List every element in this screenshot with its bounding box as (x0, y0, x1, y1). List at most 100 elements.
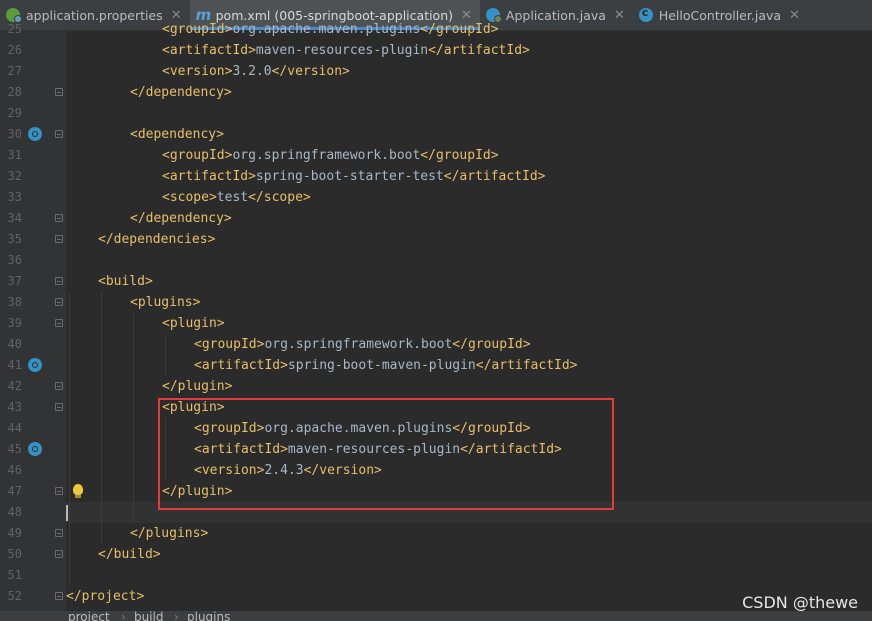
line-number: 48 (7, 505, 22, 519)
code-line: 30 <dependency> (0, 124, 872, 145)
line-number: 41 (7, 358, 22, 372)
fold-marker-icon[interactable] (55, 214, 63, 222)
fold-marker-icon[interactable] (55, 298, 63, 306)
line-number: 29 (7, 106, 22, 120)
code-line: 50 </build> (0, 544, 872, 565)
line-number: 25 (7, 22, 22, 36)
code-line: 41 <artifactId>spring-boot-maven-plugin</… (0, 355, 872, 376)
code-line: 27 <version>3.2.0</version> (0, 61, 872, 82)
xml-tag: </version> (271, 64, 350, 79)
code-content: <groupId>org.apache.maven.plugins</group… (162, 19, 499, 40)
fold-marker-icon[interactable] (55, 550, 63, 558)
xml-tag: </dependencies> (98, 232, 216, 247)
code-content: </plugins> (130, 523, 208, 544)
fold-marker-icon[interactable] (55, 487, 63, 495)
xml-tag: <artifactId> (194, 358, 288, 373)
xml-text: test (216, 190, 249, 205)
xml-tag: </dependency> (130, 211, 232, 226)
line-number: 34 (7, 211, 22, 225)
breadcrumb: project › build › plugins (0, 611, 872, 621)
code-content: <groupId>org.springframework.boot</group… (162, 145, 499, 166)
xml-tag: </scope> (248, 190, 311, 205)
line-number: 26 (7, 43, 22, 57)
line-number: 45 (7, 442, 22, 456)
xml-tag: </groupId> (452, 337, 531, 352)
intention-bulb-icon[interactable] (73, 484, 83, 498)
code-content: <groupId>org.springframework.boot</group… (194, 334, 531, 355)
maven-refresh-icon[interactable] (28, 358, 42, 372)
line-number: 47 (7, 484, 22, 498)
xml-text: 3.2.0 (232, 64, 272, 79)
code-content: <scope>test</scope> (162, 187, 311, 208)
code-content: </dependencies> (98, 229, 215, 250)
xml-tag: <version> (162, 64, 233, 79)
line-number: 44 (7, 421, 22, 435)
line-number: 38 (7, 295, 22, 309)
xml-tag: </groupId> (420, 148, 499, 163)
xml-tag: </project> (66, 589, 145, 604)
xml-tag: <groupId> (194, 337, 265, 352)
code-content: </plugin> (162, 376, 232, 397)
xml-tag: <dependency> (130, 127, 224, 142)
fold-marker-icon[interactable] (55, 277, 63, 285)
code-content: <build> (98, 271, 153, 292)
code-line: 51 (0, 565, 872, 586)
code-content: <artifactId>spring-boot-maven-plugin</ar… (194, 355, 578, 376)
breadcrumb-build[interactable]: build (134, 611, 164, 621)
fold-marker-icon[interactable] (55, 88, 63, 96)
xml-tag: <groupId> (162, 22, 233, 37)
code-line: 32 <artifactId>spring-boot-starter-test</… (0, 166, 872, 187)
xml-tag: </dependency> (130, 85, 232, 100)
fold-marker-icon[interactable] (55, 403, 63, 411)
fold-marker-icon[interactable] (55, 319, 63, 327)
xml-tag: </groupId> (420, 22, 499, 37)
xml-text: maven-resources-plugin (255, 43, 429, 58)
code-content: <dependency> (130, 124, 224, 145)
text-caret (66, 505, 68, 521)
line-number: 50 (7, 547, 22, 561)
xml-text: org.springframework.boot (232, 148, 421, 163)
xml-tag: </artifactId> (443, 169, 546, 184)
maven-refresh-icon[interactable] (28, 127, 42, 141)
code-line: 25 <groupId>org.apache.maven.plugins</gro… (0, 19, 872, 40)
code-line: 49 </plugins> (0, 523, 872, 544)
fold-marker-icon[interactable] (55, 592, 63, 600)
line-number: 39 (7, 316, 22, 330)
xml-tag: <build> (98, 274, 153, 289)
xml-tag: <artifactId> (162, 169, 256, 184)
xml-text: org.springframework.boot (264, 337, 453, 352)
xml-tag: </plugins> (130, 526, 209, 541)
line-number: 28 (7, 85, 22, 99)
code-content: </project> (66, 586, 144, 607)
maven-refresh-icon[interactable] (28, 442, 42, 456)
code-line: 29 (0, 103, 872, 124)
fold-marker-icon[interactable] (55, 235, 63, 243)
breadcrumb-separator-icon: › (121, 611, 126, 621)
xml-tag: </build> (98, 547, 161, 562)
breadcrumb-plugins[interactable]: plugins (187, 611, 230, 621)
breadcrumb-project[interactable]: project (68, 611, 110, 621)
code-content: <artifactId>maven-resources-plugin</arti… (162, 40, 530, 61)
xml-tag: <scope> (162, 190, 217, 205)
xml-text: spring-boot-starter-test (255, 169, 444, 184)
line-number: 32 (7, 169, 22, 183)
code-content: <artifactId>spring-boot-starter-test</ar… (162, 166, 546, 187)
code-content: <version>3.2.0</version> (162, 61, 350, 82)
code-content: </build> (98, 544, 161, 565)
line-number: 52 (7, 589, 22, 603)
fold-marker-icon[interactable] (55, 529, 63, 537)
line-number: 30 (7, 127, 22, 141)
fold-marker-icon[interactable] (55, 130, 63, 138)
line-number: 31 (7, 148, 22, 162)
code-line: 36 (0, 250, 872, 271)
watermark: CSDN @thewe (742, 593, 858, 612)
line-number: 42 (7, 379, 22, 393)
xml-tag: <plugins> (130, 295, 201, 310)
code-line: 34 </dependency> (0, 208, 872, 229)
code-content: </dependency> (130, 82, 232, 103)
code-content: <plugin> (162, 313, 225, 334)
code-line: 37 <build> (0, 271, 872, 292)
fold-marker-icon[interactable] (55, 382, 63, 390)
annotation-highlight-box (158, 398, 614, 510)
code-line: 33 <scope>test</scope> (0, 187, 872, 208)
